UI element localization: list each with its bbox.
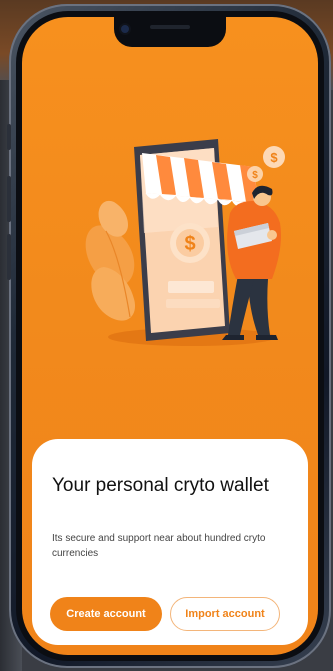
floating-coin-large-icon: $: [263, 146, 285, 168]
volume-down-button: [7, 234, 11, 280]
svg-text:$: $: [270, 150, 278, 165]
front-camera-icon: [121, 25, 129, 33]
earpiece-speaker: [150, 25, 190, 29]
dollar-coin-icon: $: [170, 223, 210, 263]
import-account-button[interactable]: Import account: [170, 597, 280, 631]
leaf-decoration-left: [85, 200, 136, 321]
svg-text:$: $: [184, 233, 195, 255]
svg-text:$: $: [252, 170, 258, 181]
app-screen: $ $ $ Your personal cryto wallet Its sec…: [22, 17, 318, 655]
screen-line-1: [168, 281, 214, 293]
create-account-button[interactable]: Create account: [50, 597, 162, 631]
mute-switch: [7, 124, 11, 150]
phone-frame: $ $ $ Your personal cryto wallet Its sec…: [7, 4, 331, 668]
person-with-card-icon: [222, 185, 281, 340]
screen-line-2: [166, 299, 220, 308]
floating-coin-small-icon: $: [247, 166, 263, 182]
phone-notch: [114, 17, 226, 47]
onboarding-title: Your personal cryto wallet: [52, 475, 269, 496]
onboarding-description: Its secure and support near about hundre…: [52, 533, 266, 559]
volume-up-button: [7, 176, 11, 222]
phone-bezel: $ $ $ Your personal cryto wallet Its sec…: [16, 11, 324, 661]
wallet-shop-illustration: $ $ $: [85, 139, 285, 346]
onboarding-card: Your personal cryto wallet Its secure an…: [32, 439, 308, 645]
